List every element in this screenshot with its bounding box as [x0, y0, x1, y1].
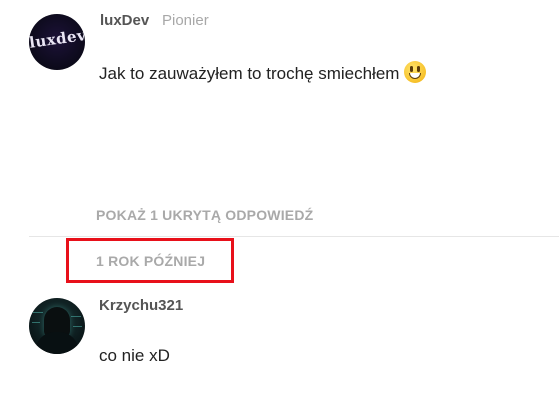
user-rank-badge: Pionier: [162, 12, 209, 29]
comment-body: Jak to zauważyłem to trochę smiechłem: [99, 64, 400, 83]
show-hidden-reply-button[interactable]: POKAŻ 1 UKRYTĄ ODPOWIEDŹ: [96, 207, 313, 223]
comment-text: co nie xD: [99, 346, 170, 365]
comment-username[interactable]: luxDev: [100, 12, 149, 29]
avatar[interactable]: luxdev: [29, 14, 85, 70]
comment-username[interactable]: Krzychu321: [99, 297, 183, 314]
avatar[interactable]: [29, 298, 85, 354]
divider: [29, 236, 559, 237]
comment-text: Jak to zauważyłem to trochę smiechłem: [99, 61, 427, 84]
grinning-face-emoji-icon: [404, 61, 427, 83]
avatar-logo-text: luxdev: [29, 26, 85, 52]
time-gap-label: 1 ROK PÓŹNIEJ: [96, 253, 206, 269]
